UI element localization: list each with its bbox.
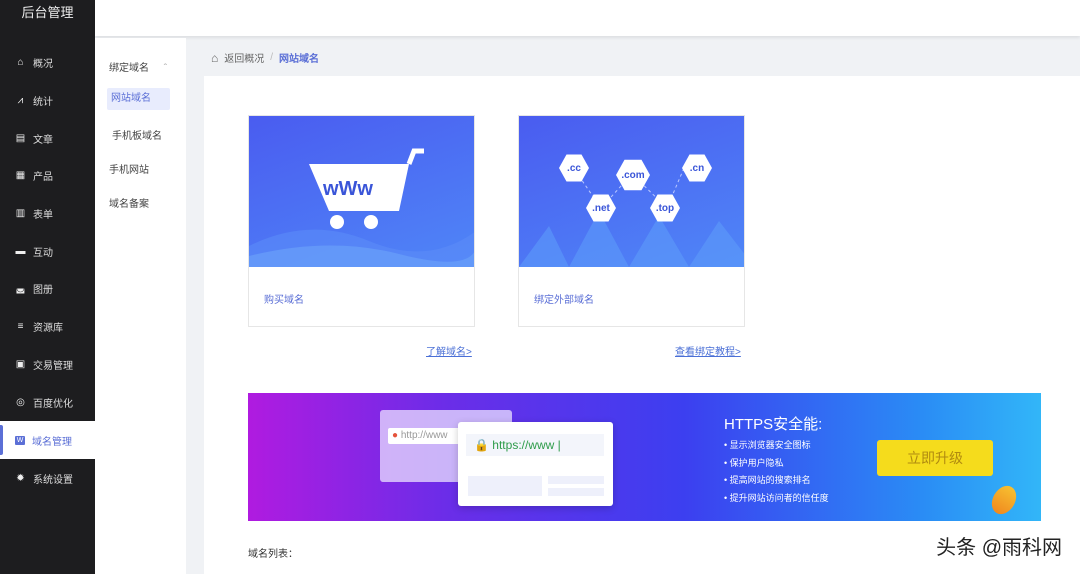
nav-item-label: 统计 bbox=[33, 96, 53, 108]
nav-item-label: 互动 bbox=[33, 247, 53, 259]
nav-item-label: 产品 bbox=[33, 171, 53, 183]
bind-tutorial-link[interactable]: 查看绑定教程> bbox=[675, 343, 741, 358]
clipboard-icon: ▣ bbox=[15, 358, 26, 370]
target-icon: ◎ bbox=[16, 396, 25, 408]
album-icon: ◛ bbox=[15, 282, 26, 294]
nav-item-label: 概况 bbox=[33, 58, 53, 70]
submenu-item-domain-filing[interactable]: 域名备案 bbox=[109, 195, 149, 210]
bullet-item: • 提升网站访问者的信任度 bbox=[724, 492, 829, 503]
nav-item-11[interactable]: ✹ 系统设置 bbox=[0, 459, 95, 497]
nav-item-4[interactable]: ▥ 表单 bbox=[0, 194, 95, 232]
cart-illustration: wWw bbox=[249, 116, 474, 267]
home-icon: ⌂ bbox=[211, 50, 219, 65]
watermark: 头条 @雨科网 bbox=[936, 537, 1062, 559]
submenu-item-mobile-site[interactable]: 手机网站 bbox=[109, 161, 149, 176]
nav-item-3[interactable]: ▦ 产品 bbox=[0, 156, 95, 194]
nav-item-label: 交易管理 bbox=[33, 360, 73, 372]
bind-external-label[interactable]: 绑定外部域名 bbox=[534, 291, 594, 306]
lock-icon: 🔒 bbox=[474, 438, 489, 452]
submenu-group-bind-domain[interactable]: 绑定域名 ˆ bbox=[109, 59, 167, 74]
www-art-text: wWw bbox=[323, 178, 373, 200]
buy-domain-label[interactable]: 购买域名 bbox=[264, 291, 304, 306]
nav-item-label: 文章 bbox=[33, 134, 53, 146]
nav-item-0[interactable]: ⌂ 概况 bbox=[0, 43, 95, 81]
breadcrumb-current: 网站域名 bbox=[279, 54, 320, 65]
buy-domain-card[interactable]: wWw 购买域名 bbox=[248, 115, 475, 327]
nav-item-label: 资源库 bbox=[33, 322, 63, 334]
nav-item-6[interactable]: ◛ 图册 bbox=[0, 269, 95, 307]
nav-item-label: 域名管理 bbox=[32, 436, 72, 448]
nav-item-7[interactable]: ≡ 资源库 bbox=[0, 307, 95, 345]
app-title: 后台管理 bbox=[21, 5, 74, 20]
chart-icon: ⩘ bbox=[17, 94, 24, 106]
form-icon: ▥ bbox=[15, 207, 26, 219]
nav-item-10[interactable]: W 域名管理 bbox=[0, 421, 95, 459]
chat-icon: ▬ bbox=[15, 245, 26, 257]
breadcrumb-separator: / bbox=[270, 52, 274, 63]
banner-bullets: • 显示浏览器安全图标 • 保护用户隐私 • 提高网站的搜索排名 • 提升网站访… bbox=[724, 437, 829, 507]
bullet-item: • 保护用户隐私 bbox=[724, 457, 784, 468]
learn-domain-link[interactable]: 了解域名> bbox=[426, 343, 472, 358]
domain-list-title: 域名列表： bbox=[248, 549, 298, 560]
breadcrumb: ⌂ 返回概况 / 网站域名 bbox=[211, 50, 320, 66]
top-header bbox=[95, 0, 1080, 36]
submenu: 绑定域名 ˆ 网站域名 手机板域名 手机网站 域名备案 bbox=[95, 38, 186, 574]
https-promo-banner: ● http://www 🔒 https://www | HTTPS安全能: •… bbox=[248, 393, 1041, 521]
tld-illustration: .cc .com .cn .net .top bbox=[519, 116, 744, 267]
breadcrumb-back-link[interactable]: 返回概况 bbox=[224, 50, 264, 65]
bullet-item: • 提高网站的搜索排名 bbox=[724, 475, 811, 485]
submenu-item-mobile-domain[interactable]: 手机板域名 bbox=[112, 127, 162, 142]
warning-icon: ● bbox=[392, 430, 399, 441]
domain-icon: W bbox=[15, 435, 25, 445]
chevron-up-icon: ˆ bbox=[163, 63, 168, 74]
nav-item-8[interactable]: ▣ 交易管理 bbox=[0, 345, 95, 383]
submenu-item-website-domain[interactable]: 网站域名 bbox=[107, 88, 170, 110]
nav-item-label: 系统设置 bbox=[33, 474, 73, 486]
nav-item-label: 表单 bbox=[33, 209, 53, 221]
home-icon: ⌂ bbox=[17, 56, 24, 68]
upgrade-now-button[interactable]: 立即升级 bbox=[877, 440, 993, 476]
article-icon: ▤ bbox=[15, 132, 26, 144]
secure-browser-window: 🔒 https://www | bbox=[458, 422, 613, 506]
nav-item-1[interactable]: ⩘ 统计 bbox=[0, 81, 95, 119]
nav-item-9[interactable]: ◎ 百度优化 bbox=[0, 383, 95, 421]
database-icon: ≡ bbox=[17, 320, 24, 332]
decorative-coin bbox=[986, 481, 1022, 519]
nav-item-5[interactable]: ▬ 互动 bbox=[0, 232, 95, 270]
banner-title: HTTPS安全能: bbox=[724, 416, 823, 433]
nav-item-2[interactable]: ▤ 文章 bbox=[0, 119, 95, 157]
nav-item-label: 图册 bbox=[33, 284, 53, 296]
bullet-item: • 显示浏览器安全图标 bbox=[724, 440, 811, 450]
grid-icon: ▦ bbox=[15, 169, 26, 181]
nav-item-label: 百度优化 bbox=[33, 398, 73, 410]
gear-icon: ✹ bbox=[16, 472, 25, 484]
bind-external-domain-card[interactable]: .cc .com .cn .net .top 绑定外部域名 bbox=[518, 115, 745, 327]
